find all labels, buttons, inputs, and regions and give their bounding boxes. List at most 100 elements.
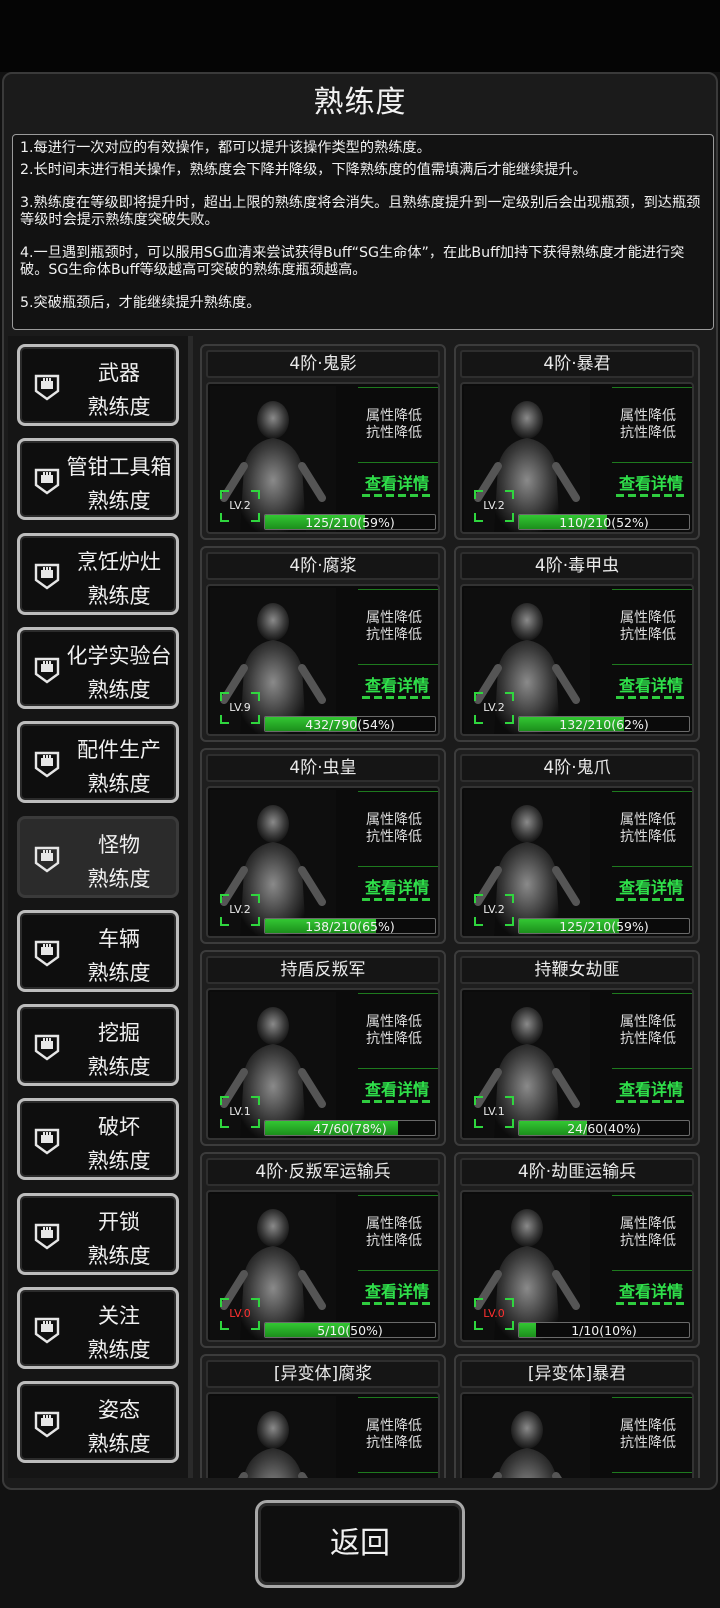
monster-card[interactable]: 4阶·虫皇 属性降低 抗性降低 查看详情 LV.2 138/210(65%) [200, 748, 446, 944]
dashed-underline [362, 494, 432, 497]
monster-card-body: 属性降低抗性降低查看详情 [206, 1392, 440, 1478]
level-frame-corner [474, 1298, 483, 1307]
monster-name: 持盾反叛军 [206, 956, 440, 984]
monster-card-body: 属性降低 抗性降低 查看详情 LV.2 132/210(62%) [460, 584, 694, 736]
category-button[interactable]: 姿态 熟练度 [17, 1381, 179, 1464]
monster-card[interactable]: 4阶·劫匪运输兵 属性降低 抗性降低 查看详情 LV.0 1/10(10%) [454, 1152, 700, 1348]
divider-line [612, 1270, 692, 1271]
level-frame-corner [251, 1096, 260, 1105]
category-button[interactable]: 怪物 熟练度 [17, 815, 179, 898]
level-badge: LV.2 [474, 692, 514, 724]
view-details-link[interactable]: 查看详情 [352, 672, 438, 696]
proficiency-panel: 熟练度 1.每进行一次对应的有效操作，都可以提升该操作类型的熟练度。 2.长时间… [2, 72, 718, 1490]
level-frame-corner [251, 1321, 260, 1330]
view-details-link[interactable]: 查看详情 [606, 470, 692, 494]
level-badge: LV.2 [220, 894, 260, 926]
monster-card[interactable]: 4阶·暴君 属性降低 抗性降低 查看详情 LV.2 110/210(52%) [454, 344, 700, 540]
level-badge: LV.0 [220, 1298, 260, 1330]
monster-card[interactable]: 持盾反叛军 属性降低 抗性降低 查看详情 LV.1 47/60(78%) [200, 950, 446, 1146]
category-sublabel: 熟练度 [87, 1243, 151, 1268]
monster-card[interactable]: [异变体]腐浆属性降低抗性降低查看详情 [200, 1354, 446, 1478]
info-line: 3.熟练度在等级即将提升时，超出上限的熟练度将会消失。且熟练度提升到一定级别后会… [20, 195, 701, 228]
level-frame-corner [251, 917, 260, 926]
category-button[interactable]: 武器 熟练度 [17, 344, 179, 426]
category-button[interactable]: 挖掘 熟练度 [17, 1004, 179, 1087]
divider-line [358, 387, 438, 388]
monster-card-body: 属性降低 抗性降低 查看详情 LV.1 24/60(40%) [460, 988, 694, 1140]
progress-text: 5/10(50%) [317, 1323, 383, 1338]
level-frame-corner [251, 1119, 260, 1128]
progress-bar: 110/210(52%) [518, 514, 690, 530]
category-button[interactable]: 车辆 熟练度 [17, 909, 179, 992]
monster-card-body: 属性降低 抗性降低 查看详情 LV.2 138/210(65%) [206, 786, 440, 938]
category-button[interactable]: 管钳工具箱 熟练度 [17, 438, 179, 521]
category-sublabel: 熟练度 [87, 960, 151, 985]
page-title: 熟练度 [313, 85, 407, 120]
level-frame-corner [505, 692, 514, 701]
category-label: 怪物 [98, 832, 140, 857]
category-button[interactable]: 关注 熟练度 [17, 1287, 179, 1369]
divider-line [358, 1068, 438, 1069]
level-frame-corner [251, 513, 260, 522]
level-frame-corner [474, 490, 483, 499]
progress-text: 432/790(54%) [305, 717, 395, 732]
progress-text: 24/60(40%) [567, 1121, 641, 1136]
monster-name: [异变体]腐浆 [206, 1360, 440, 1388]
info-line: 4.一旦遇到瓶颈时，可以服用SG血清来尝试获得Buff“SG生命体”，在此Buf… [20, 245, 685, 278]
monster-card[interactable]: 持鞭女劫匪属性降低 抗性降低 查看详情 LV.1 24/60(40%) [454, 950, 700, 1146]
progress-bar: 1/10(10%) [518, 1322, 690, 1338]
view-details-link[interactable]: 查看详情 [606, 672, 692, 696]
dashed-underline [362, 696, 432, 699]
category-button[interactable]: 配件生产 熟练度 [17, 721, 179, 804]
divider-line [612, 791, 692, 792]
level-frame-corner [505, 1321, 514, 1330]
level-frame-corner [251, 894, 260, 903]
level-frame-corner [505, 1119, 514, 1128]
category-button[interactable]: 烹饪炉灶 熟练度 [17, 532, 179, 615]
view-details-link[interactable]: 查看详情 [606, 1278, 692, 1302]
divider-line [358, 993, 438, 994]
monster-name: 4阶·毒甲虫 [460, 552, 694, 580]
resistance-down-label: 抗性降低 [620, 627, 676, 643]
monster-card[interactable]: [异变体]暴君属性降低抗性降低查看详情 [454, 1354, 700, 1478]
monster-card-body: 属性降低 抗性降低 查看详情 LV.2 125/210(59%) [460, 786, 694, 938]
monster-name: 持鞭女劫匪 [460, 956, 694, 984]
divider-line [612, 589, 692, 590]
level-text: LV.2 [483, 499, 505, 512]
view-details-link[interactable]: 查看详情 [352, 1278, 438, 1302]
level-frame-corner [220, 513, 229, 522]
view-details-link[interactable]: 查看详情 [606, 874, 692, 898]
view-details-link[interactable]: 查看详情 [352, 1076, 438, 1100]
divider-line [358, 1270, 438, 1271]
level-frame-corner [474, 1119, 483, 1128]
view-details-link[interactable]: 查看详情 [352, 470, 438, 494]
resistance-down-label: 抗性降低 [620, 425, 676, 441]
view-details-link[interactable]: 查看详情 [352, 874, 438, 898]
monster-name: 4阶·鬼爪 [460, 754, 694, 782]
category-button[interactable]: 破坏 熟练度 [17, 1098, 179, 1181]
status-bar-area [0, 0, 720, 72]
monster-grid[interactable]: 4阶·鬼影 属性降低 抗性降低 查看详情 LV.2 125/210(59%) 4阶·暴君 属性… [196, 336, 716, 1478]
monster-card-body: 属性降低 抗性降低 查看详情 LV.2 125/210(59%) [206, 382, 440, 534]
category-label: 烹饪炉灶 [77, 549, 161, 574]
progress-bar: 432/790(54%) [264, 716, 436, 732]
monster-card[interactable]: 4阶·腐浆 属性降低 抗性降低 查看详情 LV.9 432/790(54%) [200, 546, 446, 742]
category-button[interactable]: 开锁 熟练度 [17, 1192, 179, 1275]
level-text: LV.0 [483, 1307, 505, 1320]
monster-card[interactable]: 4阶·毒甲虫 属性降低 抗性降低 查看详情 LV.2 132/210(62%) [454, 546, 700, 742]
monster-card[interactable]: 4阶·鬼爪属性降低 抗性降低 查看详情 LV.2 125/210(59%) [454, 748, 700, 944]
category-sidebar[interactable]: 武器 熟练度 管钳工具箱 熟练度 烹饪炉灶 熟练度 化学实验台 熟练度 配件生产 熟练度 怪物 熟练度… [8, 336, 188, 1478]
monster-card[interactable]: 4阶·反叛军运输兵 属性降低 抗性降低 查看详情 LV.0 5/10(50%) [200, 1152, 446, 1348]
monster-card[interactable]: 4阶·鬼影 属性降低 抗性降低 查看详情 LV.2 125/210(59%) [200, 344, 446, 540]
monster-portrait-icon [210, 1396, 336, 1478]
level-frame-corner [251, 490, 260, 499]
back-button[interactable]: 返回 [255, 1500, 465, 1588]
info-line: 5.突破瓶颈后，才能继续提升熟练度。 [20, 295, 261, 311]
resistance-down-label: 抗性降低 [366, 829, 422, 845]
divider-line [358, 1195, 438, 1196]
dashed-underline [616, 1100, 686, 1103]
view-details-link[interactable]: 查看详情 [606, 1076, 692, 1100]
category-button[interactable]: 化学实验台 熟练度 [17, 626, 179, 709]
category-label: 挖掘 [98, 1021, 140, 1046]
resistance-down-label: 抗性降低 [366, 425, 422, 441]
